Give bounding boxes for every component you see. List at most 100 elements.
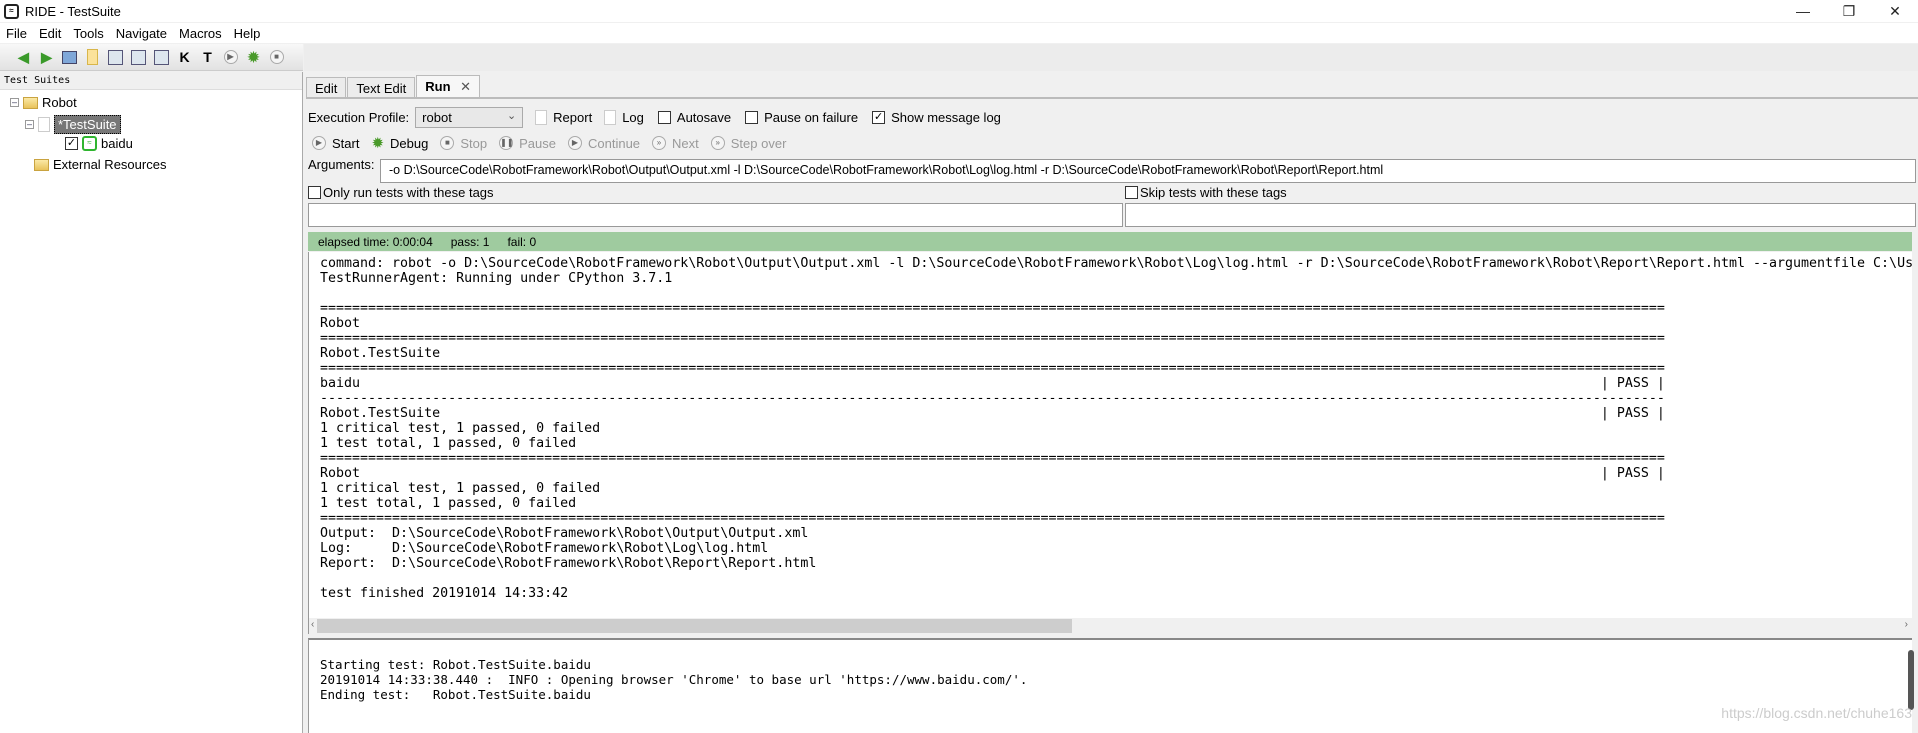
scroll-right-icon[interactable]: › <box>1905 619 1908 630</box>
autosave-checkbox[interactable] <box>657 111 671 124</box>
close-tab-icon[interactable]: ✕ <box>460 79 471 94</box>
output-line: Output: D:\SourceCode\RobotFramework\Rob… <box>320 526 809 541</box>
arrow-left-icon[interactable]: ◀ <box>14 48 33 67</box>
open-folder-icon[interactable] <box>60 48 79 67</box>
vertical-scrollbar[interactable] <box>1908 650 1914 710</box>
scrollbar-thumb[interactable] <box>317 619 1072 633</box>
output-line: Log: D:\SourceCode\RobotFramework\Robot\… <box>320 541 769 556</box>
folder-icon <box>34 158 49 171</box>
pause-on-failure-checkbox[interactable] <box>745 111 759 124</box>
menu-navigate[interactable]: Navigate <box>116 26 167 41</box>
pass-count: pass: 1 <box>450 234 490 249</box>
pause-button[interactable]: Pause <box>519 136 556 151</box>
new-folder-icon[interactable] <box>83 48 102 67</box>
show-message-log-label: Show message log <box>891 110 1001 125</box>
title-bar: ≈ RIDE - TestSuite — ❐ ✕ <box>0 0 1918 22</box>
menu-bar: File Edit Tools Navigate Macros Help <box>0 23 1918 43</box>
output-line: 1 critical test, 1 passed, 0 failed <box>320 421 601 436</box>
debug-icon[interactable]: ✹ <box>244 48 263 67</box>
separator: ========================================… <box>320 361 1665 376</box>
tab-label: Run <box>425 79 451 94</box>
test-result-row: baidu | PASS | <box>320 376 1665 391</box>
only-run-tags-checkbox[interactable] <box>308 186 321 199</box>
test-name: baidu <box>320 376 361 391</box>
next-icon: » <box>652 136 667 150</box>
next-button[interactable]: Next <box>672 136 699 151</box>
output-line: 1 test total, 1 passed, 0 failed <box>320 436 577 451</box>
skip-tags-checkbox[interactable] <box>1125 186 1138 199</box>
save-all-icon[interactable] <box>152 48 171 67</box>
run-status-bar: elapsed time: 0:00:04 pass: 1 fail: 0 <box>308 232 1912 251</box>
stop-button[interactable]: Stop <box>460 136 487 151</box>
suite-result-row: Robot.TestSuite | PASS | <box>320 406 1665 421</box>
stop-icon[interactable]: ■ <box>267 48 286 67</box>
separator: ========================================… <box>320 301 1665 316</box>
tab-run[interactable]: Run ✕ <box>416 75 481 98</box>
message-log[interactable]: Starting test: Robot.TestSuite.baidu 2019… <box>308 638 1912 733</box>
test-suites-panel: Test Suites – Robot – *TestSuite ✓ ≈ bai… <box>0 72 303 733</box>
toolbar: ◀ ▶ K T ▶ ✹ ■ <box>0 44 303 71</box>
menu-tools[interactable]: Tools <box>73 26 103 41</box>
execution-profile-select[interactable]: robot ⌄ <box>415 107 524 128</box>
tree-item-testsuite[interactable]: *TestSuite <box>54 115 121 134</box>
editor-tabs: Edit Text Edit Run ✕ <box>306 75 481 98</box>
output-line: Report: D:\SourceCode\RobotFramework\Rob… <box>320 556 817 571</box>
step-over-icon: » <box>710 136 725 150</box>
elapsed-time: elapsed time: 0:00:04 <box>318 234 433 249</box>
collapse-icon[interactable]: – <box>25 120 34 129</box>
skip-tags-input[interactable] <box>1125 203 1916 227</box>
menu-file[interactable]: File <box>6 26 27 41</box>
tab-edit[interactable]: Edit <box>306 77 347 98</box>
chevron-down-icon: ⌄ <box>506 110 517 122</box>
debug-button[interactable]: Debug <box>390 136 428 151</box>
show-message-log-checkbox[interactable]: ✓ <box>872 111 886 124</box>
collapse-icon[interactable]: – <box>10 98 19 107</box>
run-icon[interactable]: ▶ <box>221 48 240 67</box>
output-line: Robot.TestSuite <box>320 346 441 361</box>
separator: ========================================… <box>320 331 1665 346</box>
step-over-button[interactable]: Step over <box>731 136 787 151</box>
menu-edit[interactable]: Edit <box>39 26 61 41</box>
tree-item-robot[interactable]: Robot <box>42 95 77 110</box>
report-icon <box>535 110 548 125</box>
only-run-tags-label: Only run tests with these tags <box>323 185 494 200</box>
only-run-tags-input[interactable] <box>308 203 1123 227</box>
output-line: 1 test total, 1 passed, 0 failed <box>320 496 577 511</box>
tab-label: Edit <box>315 81 338 96</box>
tree-item-baidu[interactable]: baidu <box>101 136 133 151</box>
menu-help[interactable]: Help <box>234 26 261 41</box>
separator: ========================================… <box>320 451 1665 466</box>
autosave-label: Autosave <box>676 110 732 125</box>
arguments-label: Arguments: <box>308 157 375 172</box>
skip-tags-label: Skip tests with these tags <box>1140 185 1287 200</box>
arrow-right-icon[interactable]: ▶ <box>37 48 56 67</box>
output-console[interactable]: command: robot -o D:\SourceCode\RobotFra… <box>308 252 1912 618</box>
pause-on-failure-label: Pause on failure <box>764 110 859 125</box>
save-as-icon[interactable] <box>129 48 148 67</box>
tab-text-edit[interactable]: Text Edit <box>347 77 416 98</box>
file-icon <box>38 117 50 132</box>
fail-count: fail: 0 <box>507 234 537 249</box>
start-button[interactable]: Start <box>332 136 359 151</box>
arguments-input[interactable]: -o D:\SourceCode\RobotFramework\Robot\Ou… <box>380 159 1916 183</box>
toolbar-background <box>304 44 1918 71</box>
test-search-icon[interactable]: T <box>198 48 217 67</box>
scroll-left-icon[interactable]: ‹ <box>311 619 314 630</box>
horizontal-scrollbar[interactable]: ‹ › <box>308 618 1912 634</box>
continue-button[interactable]: Continue <box>588 136 640 151</box>
report-button[interactable]: Report <box>553 110 592 125</box>
maximize-button[interactable]: ❐ <box>1826 0 1872 22</box>
log-line: 20191014 14:33:38.440 : INFO : Opening b… <box>320 672 1028 687</box>
menu-macros[interactable]: Macros <box>179 26 222 41</box>
minimize-button[interactable]: — <box>1780 0 1826 22</box>
tree-item-external-resources[interactable]: External Resources <box>53 157 166 172</box>
output-line: TestRunnerAgent: Running under CPython 3… <box>320 271 673 286</box>
save-icon[interactable] <box>106 48 125 67</box>
debug-icon: ✹ <box>371 135 385 152</box>
test-checkbox[interactable]: ✓ <box>65 137 78 150</box>
tree-header: Test Suites <box>0 72 302 90</box>
close-button[interactable]: ✕ <box>1872 0 1918 22</box>
keyword-search-icon[interactable]: K <box>175 48 194 67</box>
log-button[interactable]: Log <box>622 110 644 125</box>
watermark: https://blog.csdn.net/chuhe163 <box>1721 705 1912 721</box>
